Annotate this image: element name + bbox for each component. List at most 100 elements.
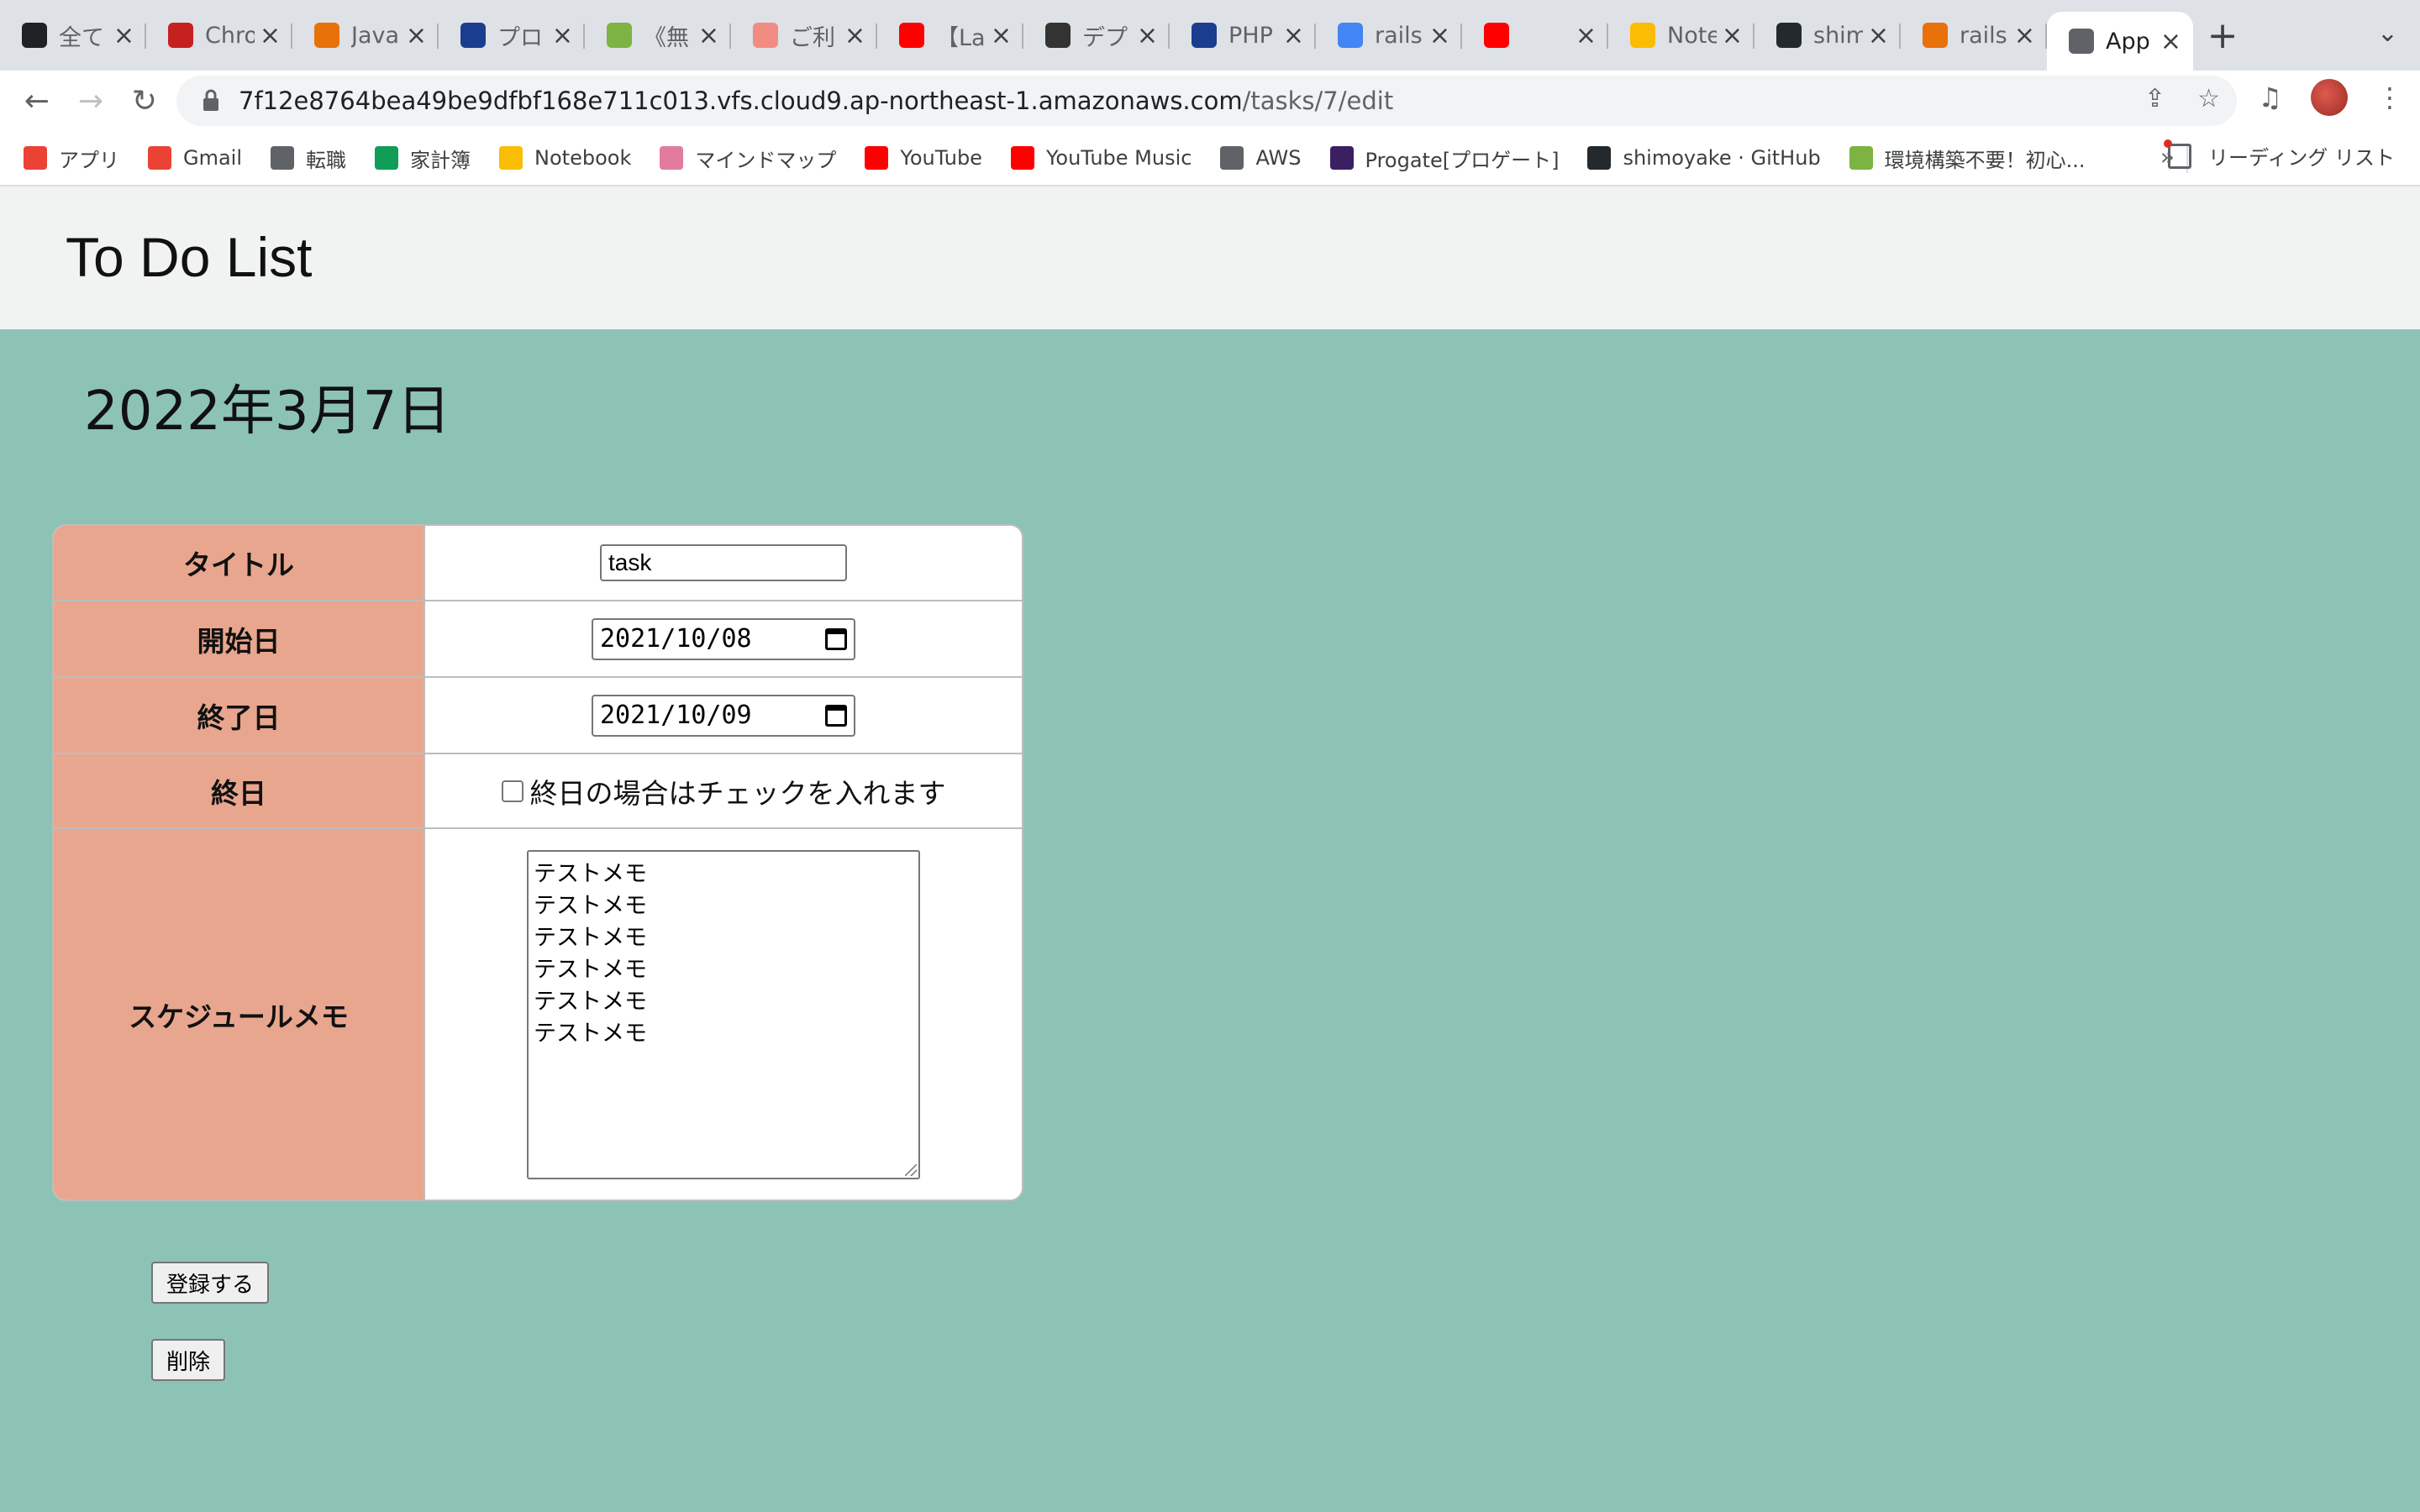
bookmark-item[interactable]: Gmail (148, 146, 242, 170)
tab-title: shim (1813, 22, 1863, 49)
bookmark-item[interactable]: 家計簿 (375, 144, 471, 173)
bookmark-label: アプリ (59, 148, 119, 172)
browser-tab[interactable]: PHP × (1170, 0, 1316, 71)
paiza-icon (1849, 146, 1873, 170)
title-input[interactable]: task (600, 544, 847, 581)
all-day-checkbox[interactable] (501, 780, 523, 802)
browser-tab[interactable]: ご利 × (731, 0, 877, 71)
bookmark-item[interactable]: Notebook (499, 146, 631, 170)
bookmark-label: YouTube (900, 146, 982, 170)
play-icon (460, 23, 486, 48)
calendar-icon[interactable] (825, 704, 847, 727)
end-date-label: 終了日 (54, 678, 425, 753)
close-tab-icon[interactable]: × (1137, 21, 1158, 50)
aws-cube-icon (1923, 23, 1948, 48)
submit-button[interactable]: 登録する (151, 1262, 270, 1304)
close-tab-icon[interactable]: × (1722, 21, 1743, 50)
close-tab-icon[interactable]: × (2160, 27, 2181, 56)
bookmark-label: Progate[プロゲート] (1365, 148, 1560, 172)
google-icon (1338, 23, 1363, 48)
browser-tab[interactable]: Java × (292, 0, 439, 71)
bookmark-item[interactable]: 転職 (271, 144, 346, 173)
circle-icon (753, 23, 778, 48)
memo-line: テストメモ (534, 860, 647, 887)
github-icon (1776, 23, 1802, 48)
tab-search-icon[interactable]: ⌄ (2377, 18, 2398, 48)
bookmark-item[interactable]: Progate[プロゲート] (1329, 144, 1560, 173)
close-tab-icon[interactable]: × (991, 21, 1012, 50)
delete-button[interactable]: 削除 (151, 1339, 226, 1381)
address-bar[interactable]: 7f12e8764bea49be9dfbf168e711c013.vfs.clo… (176, 76, 2237, 126)
all-day-row: 終日 終日の場合はチェックを入れます (54, 753, 1022, 827)
close-tab-icon[interactable]: × (1283, 21, 1304, 50)
app-title: To Do List (66, 226, 313, 288)
back-arrow-icon[interactable]: ← (10, 74, 64, 128)
profile-avatar[interactable] (2311, 79, 2348, 116)
reload-icon[interactable]: ↻ (118, 74, 171, 128)
monitor-icon (607, 23, 632, 48)
title-label: タイトル (54, 526, 425, 600)
bookmark-item[interactable]: YouTube (865, 146, 982, 170)
progate-icon (1329, 146, 1354, 170)
tab-strip: 全て×Chrome×Java×プロ×《無×ご利×【La×デプ×PHP×rails… (0, 0, 2420, 71)
close-tab-icon[interactable]: × (844, 21, 865, 50)
close-tab-icon[interactable]: × (113, 21, 134, 50)
end-date-input[interactable]: 2021/10/09 (592, 694, 855, 737)
tab-title: Java (351, 22, 400, 49)
all-day-label: 終日 (54, 754, 425, 827)
chrome-red-icon (168, 23, 193, 48)
bookmark-star-icon[interactable]: ☆ (2197, 84, 2220, 113)
hatena-icon (22, 23, 47, 48)
folder-icon (1220, 146, 1244, 170)
calendar-icon[interactable] (825, 627, 847, 650)
memo-line: テストメモ (534, 956, 647, 983)
bookmark-item[interactable]: AWS (1220, 146, 1302, 170)
browser-tab[interactable]: App × (2047, 12, 2193, 71)
browser-tab[interactable]: shim × (1754, 0, 1901, 71)
tab-title: rails (1960, 22, 2007, 49)
share-icon[interactable]: ⇪ (2144, 84, 2165, 113)
bookmark-item[interactable]: 環境構築不要！初心... (1849, 144, 2086, 173)
close-tab-icon[interactable]: × (1429, 21, 1450, 50)
reading-list-button[interactable]: リーディング リスト (2164, 139, 2395, 171)
memo-row: スケジュールメモ テストメモ テストメモ テストメモ テストメモ テストメモ テストメモ (54, 827, 1022, 1200)
resize-handle[interactable] (905, 1163, 917, 1176)
forward-arrow-icon[interactable]: → (64, 74, 118, 128)
start-date-input[interactable]: 2021/10/08 (592, 617, 855, 660)
bookmark-item[interactable]: マインドマップ (660, 144, 836, 173)
new-tab-button[interactable]: + (2193, 0, 2252, 71)
browser-tab[interactable]: rails × (1901, 0, 2047, 71)
media-control-icon[interactable]: ♫ (2258, 81, 2282, 113)
close-tab-icon[interactable]: × (2014, 21, 2035, 50)
bookmark-label: AWS (1255, 146, 1302, 170)
browser-tab[interactable]: rails × (1316, 0, 1462, 71)
browser-tab[interactable]: 【La × (877, 0, 1023, 71)
bookmark-item[interactable]: YouTube Music (1010, 146, 1192, 170)
title-row: タイトル task (54, 526, 1022, 600)
bookmark-label: 環境構築不要！初心... (1884, 148, 2086, 172)
bookmark-item[interactable]: アプリ (24, 144, 119, 173)
browser-tab[interactable]: × (1462, 0, 1608, 71)
close-tab-icon[interactable]: × (552, 21, 573, 50)
memo-textarea[interactable]: テストメモ テストメモ テストメモ テストメモ テストメモ テストメモ (527, 849, 920, 1179)
start-date-label: 開始日 (54, 601, 425, 676)
url-text: 7f12e8764bea49be9dfbf168e711c013.vfs.clo… (239, 87, 1394, 115)
notebook-icon (499, 146, 523, 170)
browser-tab[interactable]: 《無 × (585, 0, 731, 71)
browser-tab[interactable]: プロ × (439, 0, 585, 71)
close-tab-icon[interactable]: × (1576, 21, 1597, 50)
lock-icon (203, 89, 218, 111)
browser-tab[interactable]: デプ × (1023, 0, 1170, 71)
end-date-value: 2021/10/09 (600, 701, 752, 730)
reading-list-icon (2164, 139, 2192, 169)
bookmark-item[interactable]: shimoyake · GitHub (1587, 146, 1821, 170)
task-edit-form: タイトル task 開始日 2021/10/08 終了日 2021/10/09 … (52, 524, 1023, 1201)
browser-tab[interactable]: Note × (1608, 0, 1754, 71)
menu-kebab-icon[interactable]: ⋮ (2376, 81, 2403, 113)
close-tab-icon[interactable]: × (698, 21, 719, 50)
close-tab-icon[interactable]: × (260, 21, 281, 50)
close-tab-icon[interactable]: × (406, 21, 427, 50)
close-tab-icon[interactable]: × (1868, 21, 1889, 50)
browser-tab[interactable]: 全て × (0, 0, 146, 71)
browser-tab[interactable]: Chrome× (146, 0, 292, 71)
